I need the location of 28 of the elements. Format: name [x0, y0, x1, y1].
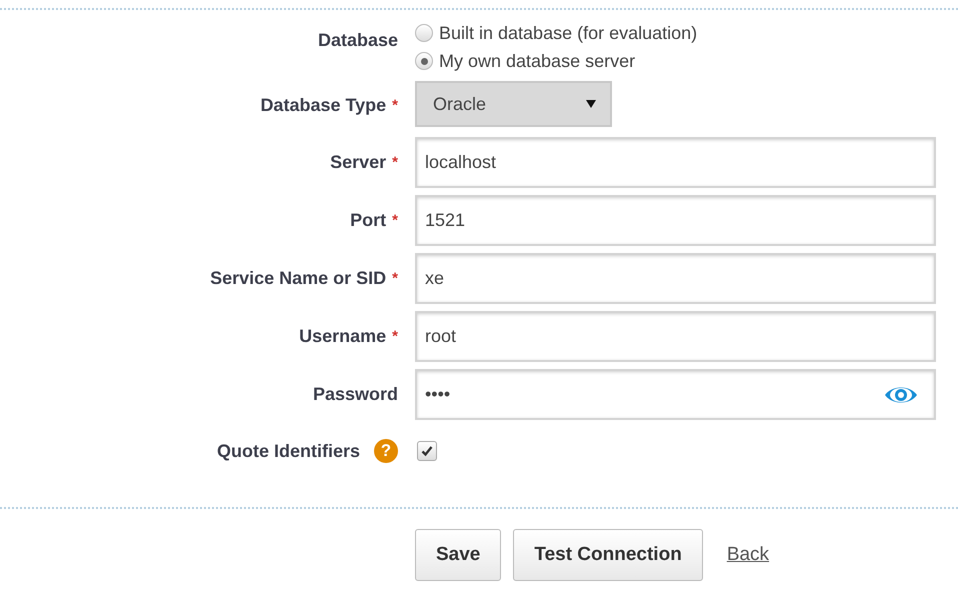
- check-icon: [421, 445, 433, 457]
- required-marker: *: [392, 154, 398, 171]
- field-label: Username: [299, 326, 386, 347]
- text-field[interactable]: 1521: [415, 195, 936, 246]
- field-label: Port: [350, 210, 386, 231]
- action-button[interactable]: Save: [415, 529, 502, 581]
- required-marker: *: [392, 212, 398, 229]
- required-marker: *: [392, 97, 398, 114]
- back-link[interactable]: Back: [726, 544, 770, 566]
- password-value: ••••: [425, 384, 450, 405]
- field-label: Password: [312, 384, 398, 405]
- radio-option[interactable]: My own database server: [415, 48, 636, 74]
- caret-icon: [586, 100, 596, 108]
- field-label: Server: [330, 152, 386, 173]
- field-label: Database Type: [260, 95, 386, 116]
- radio-option[interactable]: Built in database (for evaluation): [415, 20, 698, 46]
- field-label: Service Name or SID: [210, 268, 386, 289]
- password-field[interactable]: ••••: [415, 369, 936, 420]
- action-button[interactable]: Test Connection: [513, 529, 703, 581]
- required-marker: *: [392, 270, 398, 287]
- required-marker: *: [392, 328, 398, 345]
- text-field[interactable]: root: [415, 311, 936, 362]
- field-label: Database: [318, 30, 398, 51]
- field-label: Quote Identifiers: [216, 440, 360, 462]
- text-field[interactable]: xe: [415, 253, 936, 304]
- checkbox[interactable]: [417, 441, 437, 461]
- text-field[interactable]: localhost: [415, 137, 936, 188]
- database-type-dropdown[interactable]: Oracle: [415, 81, 612, 127]
